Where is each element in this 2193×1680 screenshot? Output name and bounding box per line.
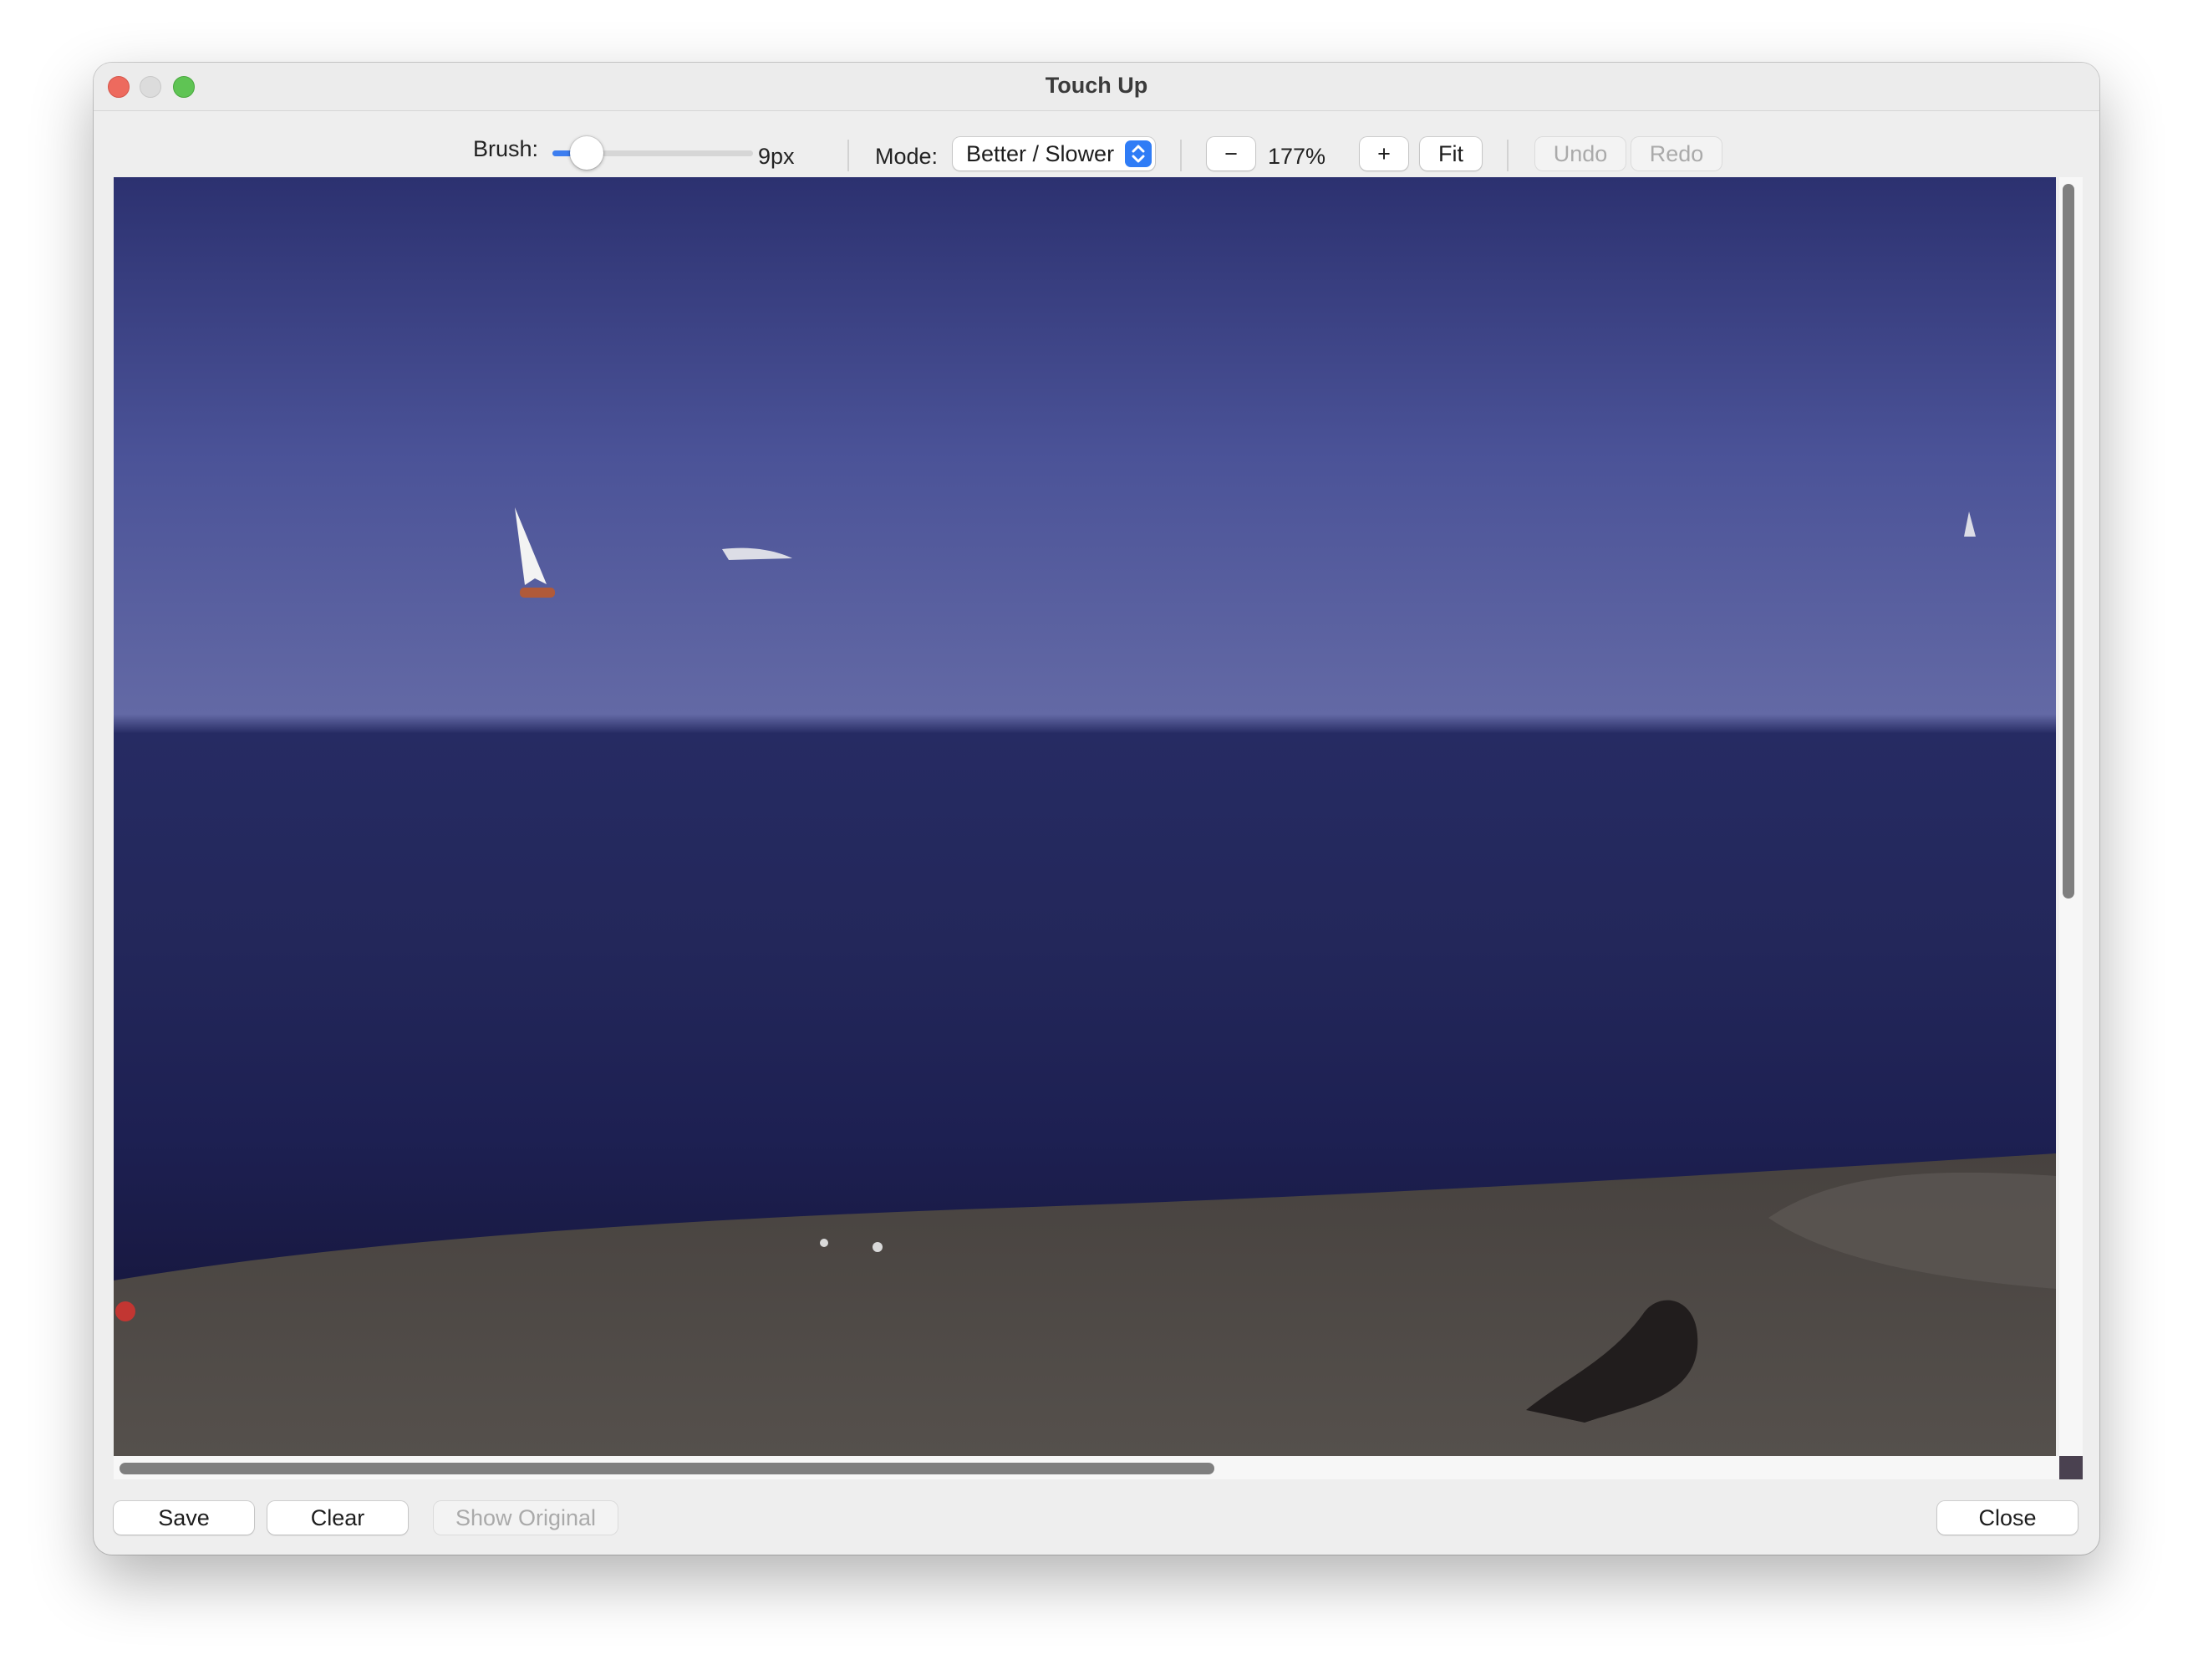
- mode-select[interactable]: Better / Slower: [953, 137, 1155, 171]
- brush-size-value: 9px: [758, 144, 795, 169]
- mode-label: Mode:: [875, 144, 939, 169]
- zoom-in-button[interactable]: +: [1360, 137, 1408, 171]
- mode-select-value: Better / Slower: [966, 141, 1115, 166]
- toolbar-divider: [847, 140, 849, 171]
- window-title: Touch Up: [1045, 73, 1148, 98]
- redo-button[interactable]: Redo: [1631, 137, 1722, 171]
- brush-slider-knob[interactable]: [570, 136, 603, 170]
- brush-label: Brush:: [473, 136, 539, 161]
- fit-button[interactable]: Fit: [1420, 137, 1482, 171]
- clear-button[interactable]: Clear: [267, 1501, 408, 1535]
- scroll-corner: [2059, 1456, 2083, 1479]
- photo-image: [114, 507, 2056, 1456]
- close-button[interactable]: Close: [1937, 1501, 2078, 1535]
- vertical-scrollbar-thumb[interactable]: [2063, 184, 2074, 899]
- image-canvas[interactable]: [114, 177, 2056, 1456]
- toolbar-divider: [1180, 140, 1182, 171]
- save-button[interactable]: Save: [114, 1501, 254, 1535]
- chevron-up-down-icon: [1125, 140, 1152, 167]
- horizontal-scrollbar-thumb[interactable]: [120, 1463, 1214, 1474]
- show-original-button[interactable]: Show Original: [434, 1501, 618, 1535]
- zoom-out-button[interactable]: −: [1207, 137, 1255, 171]
- toolbar-divider: [1507, 140, 1509, 171]
- title-bar: Touch Up: [94, 63, 2099, 111]
- touch-up-window: Touch Up Brush: 9px Mode: Better / Slowe…: [94, 63, 2099, 1555]
- undo-button[interactable]: Undo: [1535, 137, 1626, 171]
- zoom-level: 177%: [1268, 144, 1326, 169]
